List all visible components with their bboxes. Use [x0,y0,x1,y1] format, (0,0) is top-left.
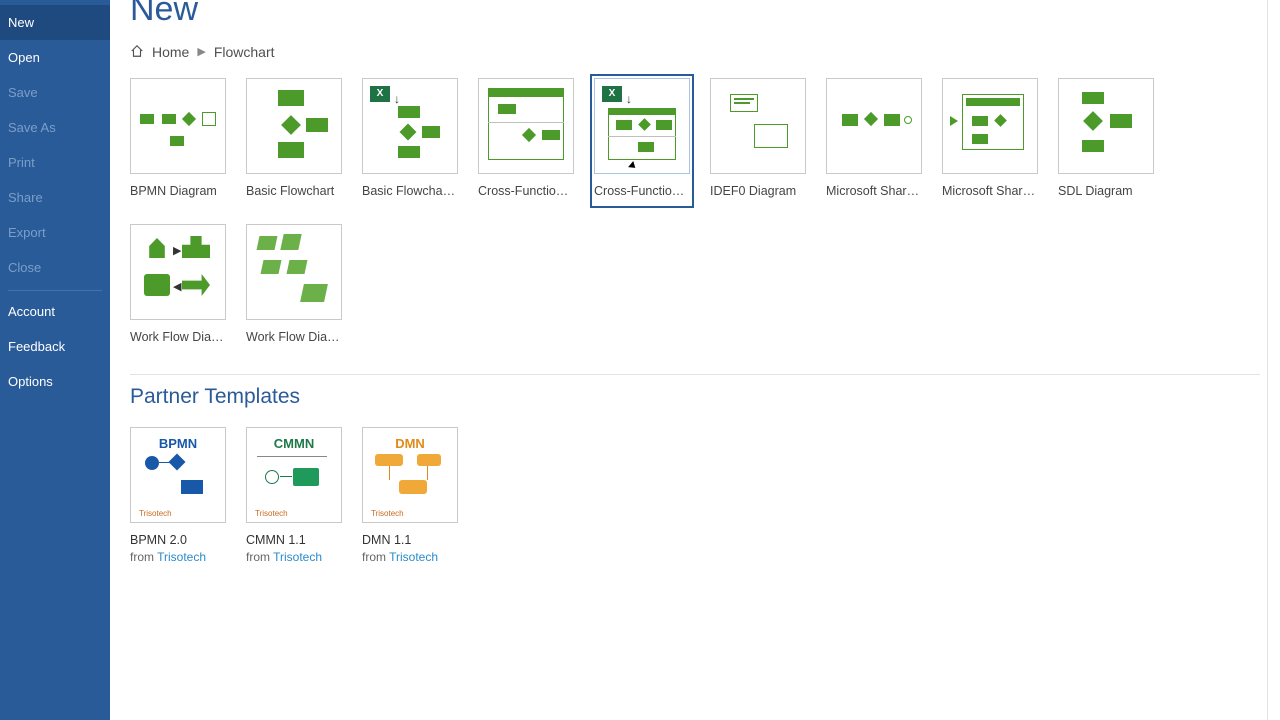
template-workflow-1[interactable]: ▶ ◀ Work Flow Diagr… [130,224,226,344]
sidebar-item-open[interactable]: Open [0,40,110,75]
sidebar-item-print: Print [0,145,110,180]
excel-icon: X [602,86,622,102]
partner-label: CMMN 1.1 [246,533,342,547]
template-grid: BPMN Diagram Basic Flowchart X ↓ Basic F… [130,78,1260,344]
partner-template-dmn[interactable]: DMN Trisotech DMN 1.1 from Trisotech [362,427,458,564]
template-label: Microsoft Share… [942,184,1038,198]
sidebar-item-close: Close [0,250,110,285]
partner-source-link[interactable]: Trisotech [157,550,206,564]
partner-badge: CMMN [247,436,341,451]
sidebar-item-new[interactable]: New [0,5,110,40]
template-sharepoint-2[interactable]: Microsoft Share… [942,78,1038,204]
sidebar-item-save-as: Save As [0,110,110,145]
partner-template-cmmn[interactable]: CMMN Trisotech CMMN 1.1 from Trisotech [246,427,342,564]
template-label: Microsoft Share… [826,184,922,198]
sidebar-item-save: Save [0,75,110,110]
sidebar-item-account[interactable]: Account [0,294,110,329]
template-label: Work Flow Diagr… [246,330,342,344]
page-title: New [130,0,1260,29]
partner-source: from Trisotech [246,550,342,564]
breadcrumb-current: Flowchart [214,44,275,60]
template-label: Cross-Functional… [478,184,574,198]
panel-divider [1267,0,1268,720]
partner-source: from Trisotech [362,550,458,564]
breadcrumb-home[interactable]: Home [152,44,189,60]
template-label: BPMN Diagram [130,184,226,198]
template-label: Work Flow Diagr… [130,330,226,344]
template-label: Basic Flowchart… [362,184,458,198]
sidebar-item-options[interactable]: Options [0,364,110,399]
template-sdl-diagram[interactable]: SDL Diagram [1058,78,1154,204]
template-cross-functional[interactable]: Cross-Functional… [478,78,574,204]
partner-label: DMN 1.1 [362,533,458,547]
partner-label: BPMN 2.0 [130,533,226,547]
main-panel: New Home ▶ Flowchart BPMN Diagram [110,0,1280,720]
sidebar-item-feedback[interactable]: Feedback [0,329,110,364]
partner-source-link[interactable]: Trisotech [273,550,322,564]
partner-template-bpmn[interactable]: BPMN Trisotech BPMN 2.0 from Trisotech [130,427,226,564]
template-label: SDL Diagram [1058,184,1154,198]
template-idef0-diagram[interactable]: IDEF0 Diagram [710,78,806,204]
partner-source-link[interactable]: Trisotech [389,550,438,564]
partner-templates-heading: Partner Templates [130,374,1260,409]
home-icon[interactable] [130,43,144,60]
sidebar-item-export: Export [0,215,110,250]
backstage-sidebar: New Open Save Save As Print Share Export… [0,0,110,720]
template-label: IDEF0 Diagram [710,184,806,198]
template-basic-flowchart-excel[interactable]: X ↓ Basic Flowchart… [362,78,458,204]
template-workflow-2[interactable]: Work Flow Diagr… [246,224,342,344]
breadcrumb: Home ▶ Flowchart [130,43,1260,60]
partner-badge: DMN [363,436,457,451]
sidebar-divider [8,290,102,291]
template-sharepoint-1[interactable]: Microsoft Share… [826,78,922,204]
partner-template-grid: BPMN Trisotech BPMN 2.0 from Trisotech C… [130,427,1260,564]
chevron-right-icon: ▶ [197,45,205,58]
template-basic-flowchart[interactable]: Basic Flowchart [246,78,342,204]
template-label: Cross-Functional… [594,184,690,198]
excel-icon: X [370,86,390,102]
template-label: Basic Flowchart [246,184,342,198]
template-cross-functional-excel[interactable]: X ↓ Cross-Functional… [590,74,694,208]
partner-source: from Trisotech [130,550,226,564]
partner-badge: BPMN [131,436,225,451]
template-bpmn-diagram[interactable]: BPMN Diagram [130,78,226,204]
sidebar-item-share: Share [0,180,110,215]
